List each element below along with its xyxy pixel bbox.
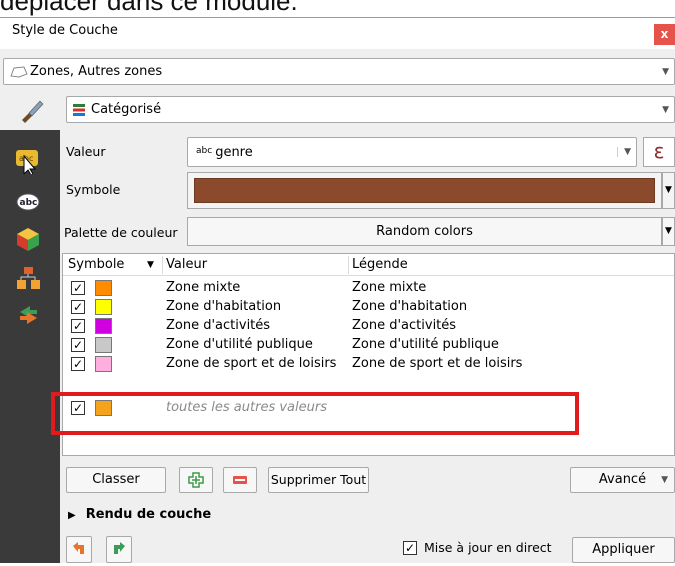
- chevron-down-icon: ▼: [662, 66, 669, 77]
- row-checkbox[interactable]: ✓: [71, 319, 85, 333]
- row-swatch[interactable]: [95, 356, 112, 372]
- 3d-cube-icon[interactable]: [15, 226, 43, 252]
- advanced-label: Avancé: [598, 472, 647, 487]
- arrow-icon[interactable]: [15, 302, 43, 328]
- palette-button[interactable]: Random colors: [187, 217, 662, 246]
- paint-brush-icon[interactable]: [18, 98, 44, 124]
- close-button[interactable]: x: [654, 24, 675, 45]
- row-swatch[interactable]: [95, 337, 112, 353]
- remove-class-button[interactable]: [223, 467, 257, 493]
- row-checkbox[interactable]: ✓: [71, 281, 85, 295]
- field-type-icon: abc: [196, 146, 213, 156]
- dialog-title: Style de Couche: [12, 23, 118, 38]
- header-legend[interactable]: Légende: [352, 257, 408, 272]
- live-update-label: Mise à jour en direct: [424, 540, 552, 555]
- symbol-dropdown[interactable]: ▼: [662, 172, 675, 209]
- layer-rendering-label: Rendu de couche: [85, 507, 212, 522]
- header-symbol[interactable]: Symbole: [68, 257, 124, 272]
- delete-all-button[interactable]: Supprimer Tout: [268, 467, 369, 493]
- palette-label: Palette de couleur: [64, 225, 178, 240]
- symbol-button[interactable]: [187, 172, 662, 209]
- row-value: Zone de sport et de loisirs: [166, 356, 337, 371]
- row-legend: Zone mixte: [352, 280, 427, 295]
- highlight-box: [51, 392, 579, 435]
- style-sidebar: abc abc: [0, 130, 60, 563]
- row-value: Zone mixte: [166, 280, 241, 295]
- layer-rendering-toggle[interactable]: ▶ Rendu de couche: [68, 507, 211, 522]
- table-row[interactable]: ✓ Zone d'activités Zone d'activités: [63, 317, 674, 336]
- svg-text:abc: abc: [20, 198, 38, 208]
- abc-icon[interactable]: abc: [15, 189, 43, 215]
- row-value: Zone d'activités: [166, 318, 271, 333]
- table-row[interactable]: ✓ Zone d'habitation Zone d'habitation: [63, 298, 674, 317]
- row-legend: Zone d'activités: [352, 318, 457, 333]
- abc-label-icon[interactable]: abc: [15, 148, 43, 174]
- layer-select[interactable]: Zones, Autres zones ▼: [3, 58, 675, 85]
- row-legend: Zone d'utilité publique: [352, 337, 499, 352]
- expression-button[interactable]: ε: [643, 137, 675, 167]
- diagram-icon[interactable]: [15, 265, 43, 291]
- redo-button[interactable]: [106, 536, 132, 563]
- table-row[interactable]: ✓ Zone d'utilité publique Zone d'utilité…: [63, 336, 674, 355]
- row-checkbox[interactable]: ✓: [71, 300, 85, 314]
- redo-icon: [114, 542, 125, 554]
- categorized-icon: [73, 104, 85, 116]
- document-caption: déplacer dans ce module.: [0, 0, 298, 16]
- advanced-button[interactable]: Avancé ▼: [570, 467, 675, 493]
- renderer-select-value: Catégorisé: [91, 102, 162, 117]
- row-value: Zone d'utilité publique: [166, 337, 313, 352]
- column-separator: [162, 256, 163, 274]
- header-value[interactable]: Valeur: [166, 257, 207, 272]
- row-swatch[interactable]: [95, 280, 112, 296]
- chevron-down-icon: ▼: [617, 147, 631, 157]
- value-field[interactable]: abc genre ▼: [187, 137, 637, 167]
- renderer-select[interactable]: Catégorisé ▼: [66, 96, 675, 123]
- plus-icon: [188, 472, 204, 488]
- row-legend: Zone de sport et de loisirs: [352, 356, 523, 371]
- chevron-down-icon: ▼: [661, 475, 668, 485]
- row-swatch[interactable]: [95, 318, 112, 334]
- sort-down-icon: ▼: [147, 260, 154, 270]
- symbol-swatch: [194, 178, 655, 203]
- apply-button[interactable]: Appliquer: [572, 537, 675, 563]
- table-row[interactable]: ✓ Zone de sport et de loisirs Zone de sp…: [63, 355, 674, 374]
- chevron-down-icon: ▼: [662, 104, 669, 115]
- table-row[interactable]: ✓ Zone mixte Zone mixte: [63, 279, 674, 298]
- layer-select-value: Zones, Autres zones: [30, 64, 163, 79]
- undo-icon: [73, 542, 84, 554]
- row-swatch[interactable]: [95, 299, 112, 315]
- collapse-arrow-icon: ▶: [68, 510, 76, 521]
- value-label: Valeur: [66, 144, 106, 159]
- row-legend: Zone d'habitation: [352, 299, 468, 314]
- row-value: Zone d'habitation: [166, 299, 282, 314]
- palette-dropdown[interactable]: ▼: [662, 217, 675, 246]
- row-checkbox[interactable]: ✓: [71, 338, 85, 352]
- column-separator: [348, 256, 349, 274]
- minus-icon: [233, 476, 247, 484]
- row-checkbox[interactable]: ✓: [71, 357, 85, 371]
- classify-button[interactable]: Classer: [66, 467, 166, 493]
- value-field-text: genre: [215, 145, 253, 160]
- symbol-label: Symbole: [66, 182, 121, 197]
- live-update-checkbox[interactable]: ✓: [403, 541, 417, 555]
- undo-button[interactable]: [66, 536, 92, 563]
- add-class-button[interactable]: [179, 467, 213, 493]
- polygon-layer-icon: [10, 66, 28, 78]
- table-header: Symbole ▼ Valeur Légende: [63, 254, 674, 276]
